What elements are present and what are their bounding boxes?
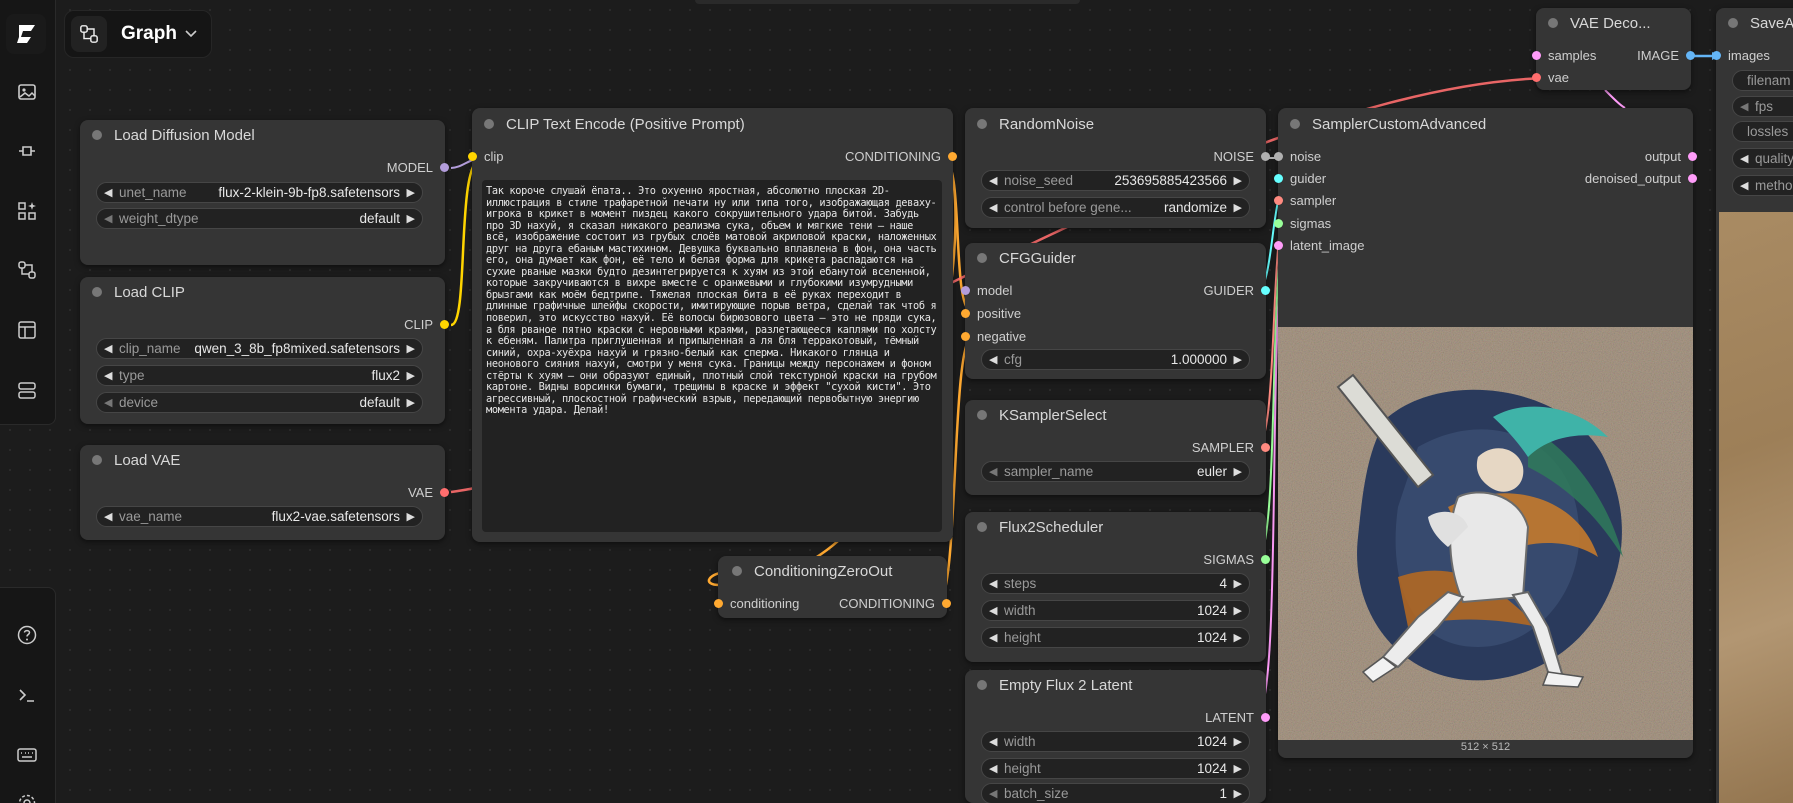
node-title[interactable]: SamplerCustomAdvanced xyxy=(1278,108,1693,140)
node-title[interactable]: ConditioningZeroOut xyxy=(718,556,947,586)
lossless-widget[interactable]: lossles xyxy=(1732,121,1793,142)
terminal-icon[interactable] xyxy=(8,676,46,714)
top-scroll-strip xyxy=(695,0,1080,4)
input-samples[interactable]: samples xyxy=(1532,47,1596,65)
quality-widget[interactable]: ◀ quality xyxy=(1732,148,1793,169)
queue-icon[interactable] xyxy=(8,371,46,409)
settings-icon[interactable] xyxy=(8,784,46,803)
noise-seed-widget[interactable]: ◀ noise_seed 253695885423566 ▶ xyxy=(981,170,1250,191)
node-title[interactable]: CFGGuider xyxy=(965,243,1266,273)
node-load-clip[interactable]: Load CLIP CLIP ◀ clip_name qwen_3_8b_fp8mi… xyxy=(80,277,449,424)
output-clip[interactable]: CLIP xyxy=(404,316,449,334)
images-icon[interactable] xyxy=(8,73,46,111)
node-title[interactable]: Flux2Scheduler xyxy=(965,512,1266,542)
sampler-name-widget[interactable]: ◀ sampler_name euler ▶ xyxy=(981,461,1250,482)
latent-width-widget[interactable]: ◀ width 1024 ▶ xyxy=(981,731,1250,752)
control-before-generate-widget[interactable]: ◀ control before gene... randomize ▶ xyxy=(981,197,1250,218)
input-sigmas[interactable]: sigmas xyxy=(1274,215,1331,233)
node-title[interactable]: Empty Flux 2 Latent xyxy=(965,670,1266,700)
workflows-icon[interactable] xyxy=(8,251,46,289)
input-sampler[interactable]: sampler xyxy=(1274,192,1336,210)
clip-name-widget[interactable]: ◀ clip_name qwen_3_8b_fp8mixed.safetensors… xyxy=(96,338,423,359)
input-negative[interactable]: negative xyxy=(961,328,1026,346)
chevron-down-icon[interactable] xyxy=(185,25,197,43)
input-images[interactable]: images xyxy=(1712,47,1770,65)
node-title[interactable]: Load VAE xyxy=(80,445,445,475)
output-conditioning[interactable]: CONDITIONING xyxy=(845,148,957,166)
node-empty-flux2-latent[interactable]: Empty Flux 2 Latent LATENT ◀ width 1024 ▶ ◀… xyxy=(965,670,1270,803)
node-ksampler-select[interactable]: KSamplerSelect SAMPLER ◀ sampler_name eule… xyxy=(965,400,1270,495)
node-cfg-guider[interactable]: CFGGuider model positive negative GUIDER… xyxy=(961,243,1270,379)
weight-dtype-widget[interactable]: ◀ weight_dtype default ▶ xyxy=(96,208,423,229)
sidebar-top xyxy=(0,0,56,425)
height-widget[interactable]: ◀ height 1024 ▶ xyxy=(981,627,1250,648)
output-noise[interactable]: NOISE xyxy=(1214,148,1270,166)
input-guider[interactable]: guider xyxy=(1274,170,1326,188)
input-clip[interactable]: clip xyxy=(468,148,504,166)
output-vae[interactable]: VAE xyxy=(408,484,449,502)
batch-size-widget[interactable]: ◀ batch_size 1 ▶ xyxy=(981,783,1250,803)
node-load-diffusion-model[interactable]: Load Diffusion Model MODEL ◀ unet_name flu… xyxy=(80,120,449,265)
output-latent[interactable]: LATENT xyxy=(1205,709,1270,727)
node-title[interactable]: SaveA xyxy=(1716,8,1793,38)
sidebar-bottom xyxy=(0,587,56,803)
output-model[interactable]: MODEL xyxy=(387,159,449,177)
output-sampler[interactable]: SAMPLER xyxy=(1192,439,1270,457)
comfy-logo-icon[interactable] xyxy=(6,14,46,54)
input-positive[interactable]: positive xyxy=(961,305,1021,323)
preview-image[interactable] xyxy=(1278,327,1693,740)
vae-name-widget[interactable]: ◀ vae_name flux2-vae.safetensors ▶ xyxy=(96,506,423,527)
filename-widget[interactable]: filenam xyxy=(1732,70,1793,91)
templates-icon[interactable] xyxy=(8,311,46,349)
node-clip-text-encode[interactable]: CLIP Text Encode (Positive Prompt) clip … xyxy=(468,108,957,542)
node-conditioning-zero-out[interactable]: ConditioningZeroOut conditioning CONDITI… xyxy=(714,556,951,618)
output-denoised[interactable]: denoised_output xyxy=(1585,170,1697,188)
node-flux2-scheduler[interactable]: Flux2Scheduler SIGMAS ◀ steps 4 ▶ ◀ width 102… xyxy=(965,512,1270,662)
node-title[interactable]: VAE Deco... xyxy=(1536,8,1691,38)
node-load-vae[interactable]: Load VAE VAE ◀ vae_name flux2-vae.safetens… xyxy=(80,445,449,540)
output-guider[interactable]: GUIDER xyxy=(1203,282,1270,300)
node-title[interactable]: Load Diffusion Model xyxy=(80,120,445,150)
preview-size-caption: 512 × 512 xyxy=(1460,741,1511,753)
cfg-widget[interactable]: ◀ cfg 1.000000 ▶ xyxy=(981,349,1250,370)
latent-height-widget[interactable]: ◀ height 1024 ▶ xyxy=(981,758,1250,779)
fps-widget[interactable]: ◀ fps xyxy=(1732,96,1793,117)
node-title[interactable]: RandomNoise xyxy=(965,108,1266,140)
graph-tab[interactable]: Graph xyxy=(64,10,212,58)
graph-label: Graph xyxy=(121,23,177,44)
unet-name-widget[interactable]: ◀ unet_name flux-2-klein-9b-fp8.safetensor… xyxy=(96,182,423,203)
output-image[interactable]: IMAGE xyxy=(1637,47,1695,65)
output-conditioning[interactable]: CONDITIONING xyxy=(839,595,951,613)
type-widget[interactable]: ◀ type flux2 ▶ xyxy=(96,365,423,386)
output-output[interactable]: output xyxy=(1645,148,1697,166)
device-widget[interactable]: ◀ device default ▶ xyxy=(96,392,423,413)
output-sigmas[interactable]: SIGMAS xyxy=(1203,551,1270,569)
graph-canvas[interactable]: Graph Load Diffusion Model MODEL ◀ unet_n… xyxy=(0,0,1793,803)
input-noise[interactable]: noise xyxy=(1274,148,1321,166)
node-title[interactable]: Load CLIP xyxy=(80,277,445,307)
input-vae[interactable]: vae xyxy=(1532,69,1569,87)
model-library-icon[interactable] xyxy=(8,132,46,170)
node-title[interactable]: KSamplerSelect xyxy=(965,400,1266,430)
input-model[interactable]: model xyxy=(961,282,1012,300)
width-widget[interactable]: ◀ width 1024 ▶ xyxy=(981,600,1250,621)
help-icon[interactable] xyxy=(8,616,46,654)
save-preview-image[interactable] xyxy=(1719,212,1793,803)
method-widget[interactable]: ◀ metho xyxy=(1732,175,1793,196)
node-random-noise[interactable]: RandomNoise NOISE ◀ noise_seed 25369588542… xyxy=(965,108,1270,228)
prompt-textarea[interactable]: Так короче слушай ёпата.. Это охуенно яр… xyxy=(482,180,942,532)
input-latent-image[interactable]: latent_image xyxy=(1274,237,1364,255)
workflow-graph-icon xyxy=(71,16,107,52)
node-title[interactable]: CLIP Text Encode (Positive Prompt) xyxy=(472,108,953,140)
input-conditioning[interactable]: conditioning xyxy=(714,595,799,613)
node-vae-decode[interactable]: VAE Deco... samples vae IMAGE xyxy=(1532,8,1695,90)
nodes-library-icon[interactable] xyxy=(8,192,46,230)
steps-widget[interactable]: ◀ steps 4 ▶ xyxy=(981,573,1250,594)
node-sampler-custom-advanced[interactable]: SamplerCustomAdvanced noise guider sampl… xyxy=(1274,108,1697,758)
keyboard-icon[interactable] xyxy=(8,736,46,774)
